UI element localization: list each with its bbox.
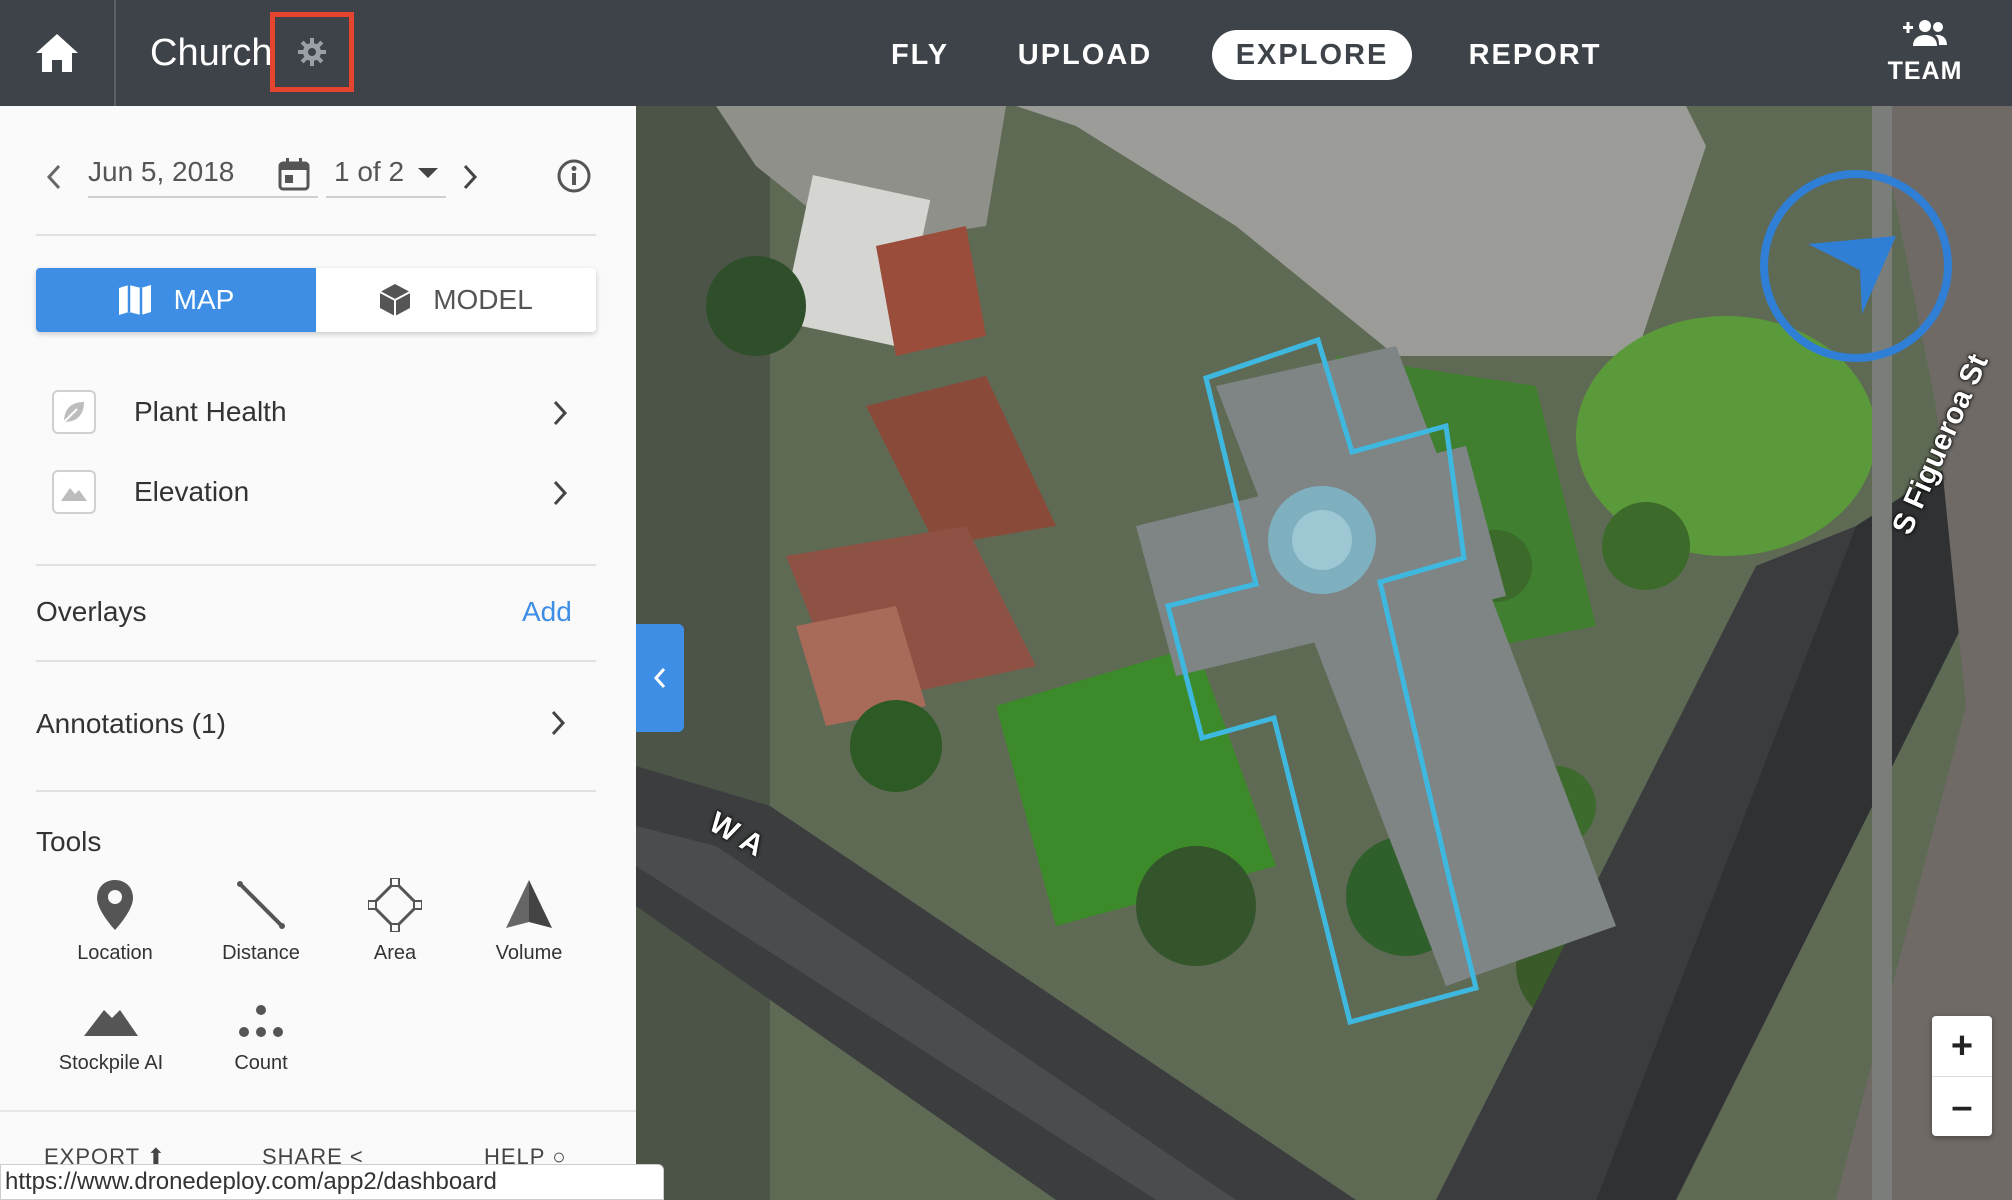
- nav-explore[interactable]: EXPLORE: [1212, 30, 1412, 80]
- chevron-right-icon: [552, 400, 568, 431]
- divider: [36, 660, 596, 662]
- status-bar-url: https://www.dronedeploy.com/app2/dashboa…: [0, 1164, 664, 1200]
- chevron-left-icon: [46, 164, 61, 190]
- caret-down-icon: [418, 168, 438, 178]
- tool-volume[interactable]: Volume: [464, 878, 594, 965]
- tool-label: Volume: [495, 942, 563, 964]
- collapse-sidebar-button[interactable]: [636, 624, 684, 732]
- gear-icon: [298, 38, 326, 66]
- compass-arrow-icon: [1760, 170, 1952, 362]
- zoom-in-button[interactable]: +: [1932, 1016, 1992, 1076]
- mountain-icon: [52, 470, 96, 514]
- top-bar: Church FLY UPLOAD EXPLORE REPORT TEAM: [0, 0, 2012, 106]
- project-title: Church: [150, 32, 273, 74]
- tool-count[interactable]: Count: [196, 1002, 326, 1075]
- model-view-label: MODEL: [433, 284, 533, 315]
- cube-icon: [379, 284, 411, 316]
- zoom-out-button[interactable]: –: [1932, 1077, 1992, 1137]
- map-version-value: 1 of 2: [334, 156, 405, 187]
- annotations-label: Annotations (1): [36, 708, 226, 739]
- tool-label: Distance: [222, 942, 300, 964]
- layer-label: Plant Health: [134, 396, 287, 427]
- project-settings-button[interactable]: [270, 12, 354, 92]
- tool-location[interactable]: Location: [50, 878, 180, 965]
- view-toggle: MAP MODEL: [36, 268, 596, 332]
- model-view-button[interactable]: MODEL: [316, 268, 596, 332]
- chevron-right-icon: [550, 710, 566, 741]
- zoom-control: + –: [1932, 1016, 1992, 1136]
- add-team-icon: [1903, 20, 1947, 46]
- layer-label: Elevation: [134, 476, 250, 507]
- leaf-icon: [52, 390, 96, 434]
- pyramid-icon: [506, 880, 552, 928]
- tool-label: Area: [373, 942, 417, 964]
- tools-heading: Tools: [36, 826, 102, 857]
- previous-date-button[interactable]: [46, 164, 62, 195]
- stockpile-icon: [84, 1010, 138, 1036]
- nav-upload[interactable]: UPLOAD: [1010, 30, 1160, 80]
- chevron-left-icon: [653, 668, 666, 688]
- next-date-button[interactable]: [462, 164, 478, 195]
- tool-distance[interactable]: Distance: [196, 878, 326, 965]
- layer-plant-health[interactable]: Plant Health: [52, 382, 582, 442]
- map-icon: [118, 285, 151, 315]
- layer-elevation[interactable]: Elevation: [52, 462, 582, 522]
- tool-area[interactable]: Area: [330, 878, 460, 965]
- nav-report[interactable]: REPORT: [1460, 30, 1610, 80]
- footer-divider: [0, 1110, 636, 1112]
- divider: [36, 564, 596, 566]
- tool-label: Stockpile AI: [58, 1052, 164, 1074]
- calendar-icon[interactable]: [278, 156, 310, 208]
- chevron-right-icon: [463, 164, 478, 190]
- home-icon: [36, 34, 78, 72]
- map-view-button[interactable]: MAP: [36, 268, 316, 332]
- divider: [36, 234, 596, 236]
- pin-icon: [97, 880, 133, 930]
- nav-fly[interactable]: FLY: [860, 30, 980, 80]
- info-icon: [557, 159, 591, 193]
- polygon-icon: [368, 878, 422, 932]
- dots-icon: [239, 1005, 283, 1037]
- ruler-line-icon: [237, 881, 285, 929]
- overlays-label: Overlays: [36, 596, 147, 627]
- sidebar: Jun 5, 2018 1 of 2 MAP MODEL Plant Healt…: [0, 106, 636, 1200]
- map-version-select[interactable]: 1 of 2: [326, 146, 446, 198]
- compass-button[interactable]: [1756, 166, 1956, 366]
- tool-label: Count: [234, 1052, 288, 1074]
- add-overlay-link[interactable]: Add: [522, 596, 572, 628]
- date-picker[interactable]: Jun 5, 2018: [88, 146, 318, 198]
- info-button[interactable]: [556, 158, 592, 199]
- home-button[interactable]: [0, 0, 116, 106]
- chevron-right-icon: [552, 480, 568, 511]
- divider: [36, 790, 596, 792]
- tool-stockpile-ai[interactable]: Stockpile AI: [46, 1002, 176, 1075]
- date-selector: Jun 5, 2018 1 of 2: [36, 146, 596, 216]
- tool-label: Location: [77, 942, 153, 964]
- annotations-row[interactable]: Annotations (1): [36, 690, 596, 750]
- team-button[interactable]: TEAM: [1880, 18, 1970, 98]
- date-value: Jun 5, 2018: [88, 156, 235, 187]
- team-label: TEAM: [1887, 57, 1963, 85]
- map-view-label: MAP: [173, 284, 235, 315]
